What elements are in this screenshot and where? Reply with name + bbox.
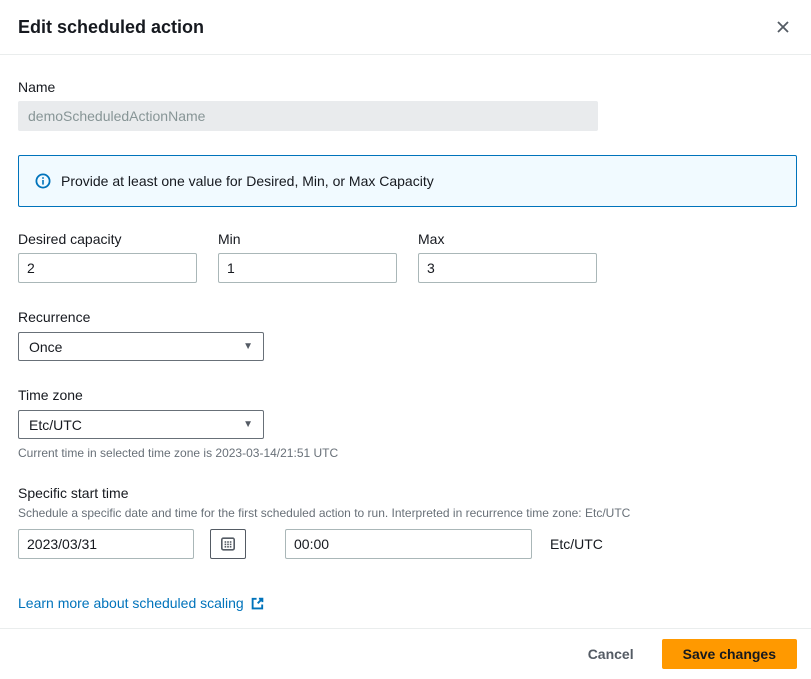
max-input[interactable] <box>418 253 597 283</box>
recurrence-select[interactable]: Once ▼ <box>18 332 264 361</box>
save-changes-button[interactable]: Save changes <box>662 639 797 669</box>
edit-scheduled-action-dialog: Edit scheduled action Name <box>0 0 811 679</box>
learn-more-link[interactable]: Learn more about scheduled scaling <box>18 595 265 611</box>
time-zone-select[interactable]: Etc/UTC ▼ <box>18 410 264 439</box>
info-alert-text: Provide at least one value for Desired, … <box>61 173 434 189</box>
dialog-body: Name Provide at least one value for Desi… <box>0 55 811 628</box>
chevron-down-icon: ▼ <box>243 342 253 352</box>
min-label: Min <box>218 229 397 249</box>
recurrence-group: Recurrence Once ▼ <box>18 307 797 361</box>
max-label: Max <box>418 229 597 249</box>
start-time-zone-label: Etc/UTC <box>550 536 603 552</box>
calendar-icon <box>220 536 236 552</box>
specific-start-time-group: Specific start time Schedule a specific … <box>18 483 797 559</box>
desired-capacity-group: Desired capacity <box>18 229 197 283</box>
time-zone-label: Time zone <box>18 385 797 405</box>
name-field-group: Name <box>18 77 797 131</box>
close-button[interactable] <box>771 15 795 39</box>
min-capacity-group: Min <box>218 229 397 283</box>
current-time-helper: Current time in selected time zone is 20… <box>18 445 797 461</box>
start-time-inputs-row: Etc/UTC <box>18 529 797 559</box>
dialog-title: Edit scheduled action <box>18 17 204 38</box>
external-link-icon <box>250 596 265 611</box>
recurrence-selected-value: Once <box>29 339 62 355</box>
info-icon <box>35 173 51 189</box>
info-alert: Provide at least one value for Desired, … <box>18 155 797 207</box>
recurrence-label: Recurrence <box>18 307 797 327</box>
dialog-header: Edit scheduled action <box>0 0 811 55</box>
time-zone-selected-value: Etc/UTC <box>29 417 82 433</box>
calendar-picker-button[interactable] <box>210 529 246 559</box>
min-input[interactable] <box>218 253 397 283</box>
dialog-footer: Cancel Save changes <box>0 628 811 679</box>
cancel-button[interactable]: Cancel <box>588 646 634 662</box>
desired-capacity-label: Desired capacity <box>18 229 197 249</box>
time-zone-group: Time zone Etc/UTC ▼ Current time in sele… <box>18 385 797 461</box>
specific-start-time-description: Schedule a specific date and time for th… <box>18 505 797 521</box>
capacity-fields-row: Desired capacity Min Max <box>18 229 797 283</box>
specific-start-time-label: Specific start time <box>18 483 797 503</box>
name-input <box>18 101 598 131</box>
start-date-input[interactable] <box>18 529 194 559</box>
chevron-down-icon: ▼ <box>243 420 253 430</box>
learn-more-link-label: Learn more about scheduled scaling <box>18 595 244 611</box>
close-icon <box>775 19 791 35</box>
max-capacity-group: Max <box>418 229 597 283</box>
name-label: Name <box>18 77 797 97</box>
desired-capacity-input[interactable] <box>18 253 197 283</box>
start-time-input[interactable] <box>285 529 532 559</box>
